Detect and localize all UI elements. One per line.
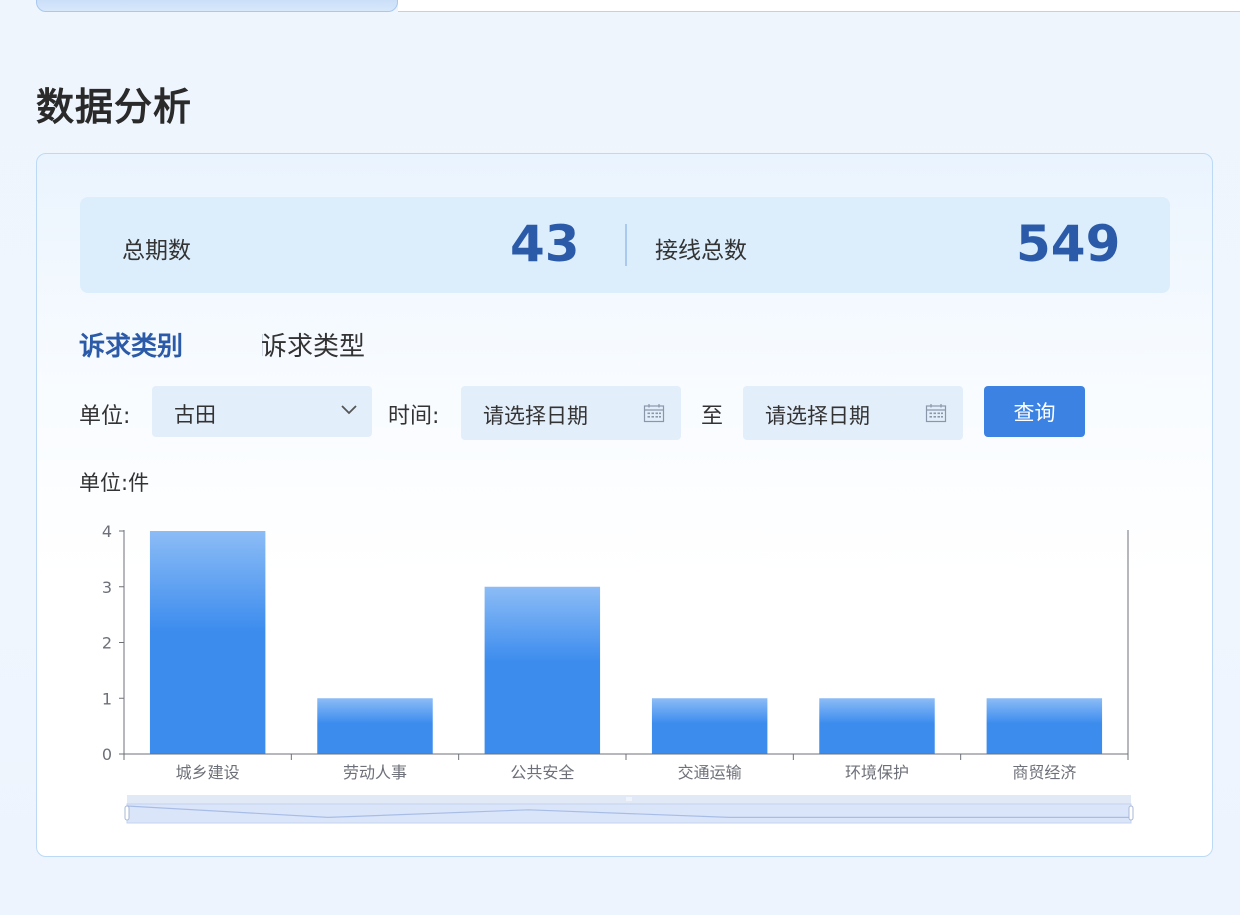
page-title: 数据分析	[36, 85, 193, 129]
x-tick-label-1: 劳动人事	[343, 763, 407, 782]
x-tick-label-0: 城乡建设	[176, 763, 240, 782]
y-tick-label-3: 3	[102, 578, 112, 597]
datazoom-left-handle[interactable]	[124, 805, 130, 821]
bar-3[interactable]	[651, 698, 768, 754]
bar-chart: 0 1 2 3 4 城乡建设 劳动人事 公共安全 交通运输 环境保护 商贸经济	[102, 522, 1134, 824]
x-tick-label-4: 环境保护	[845, 763, 909, 782]
bar-0[interactable]	[149, 531, 266, 754]
y-tick-label-4: 4	[102, 522, 112, 541]
y-tick-label-1: 1	[102, 689, 112, 708]
x-tick-label-2: 公共安全	[510, 763, 574, 782]
x-tick-label-5: 商贸经济	[1012, 763, 1076, 782]
datazoom-right-handle[interactable]	[1128, 805, 1134, 821]
analysis-card: 总期数 43 接线总数 549 诉求类别 诉求类型 单位: 古田 时间: 请选择…	[36, 153, 1213, 857]
x-tick-label-3: 交通运输	[678, 763, 742, 782]
bar-5[interactable]	[986, 698, 1103, 754]
y-tick-label-2: 2	[102, 634, 112, 653]
header-banner-image	[36, 0, 398, 12]
y-tick-label-0: 0	[102, 745, 112, 764]
bar-1[interactable]	[317, 698, 433, 754]
header-bar	[398, 0, 1240, 12]
top-strip	[0, 0, 1240, 14]
bar-2[interactable]	[484, 586, 601, 754]
bar-4[interactable]	[819, 698, 935, 754]
